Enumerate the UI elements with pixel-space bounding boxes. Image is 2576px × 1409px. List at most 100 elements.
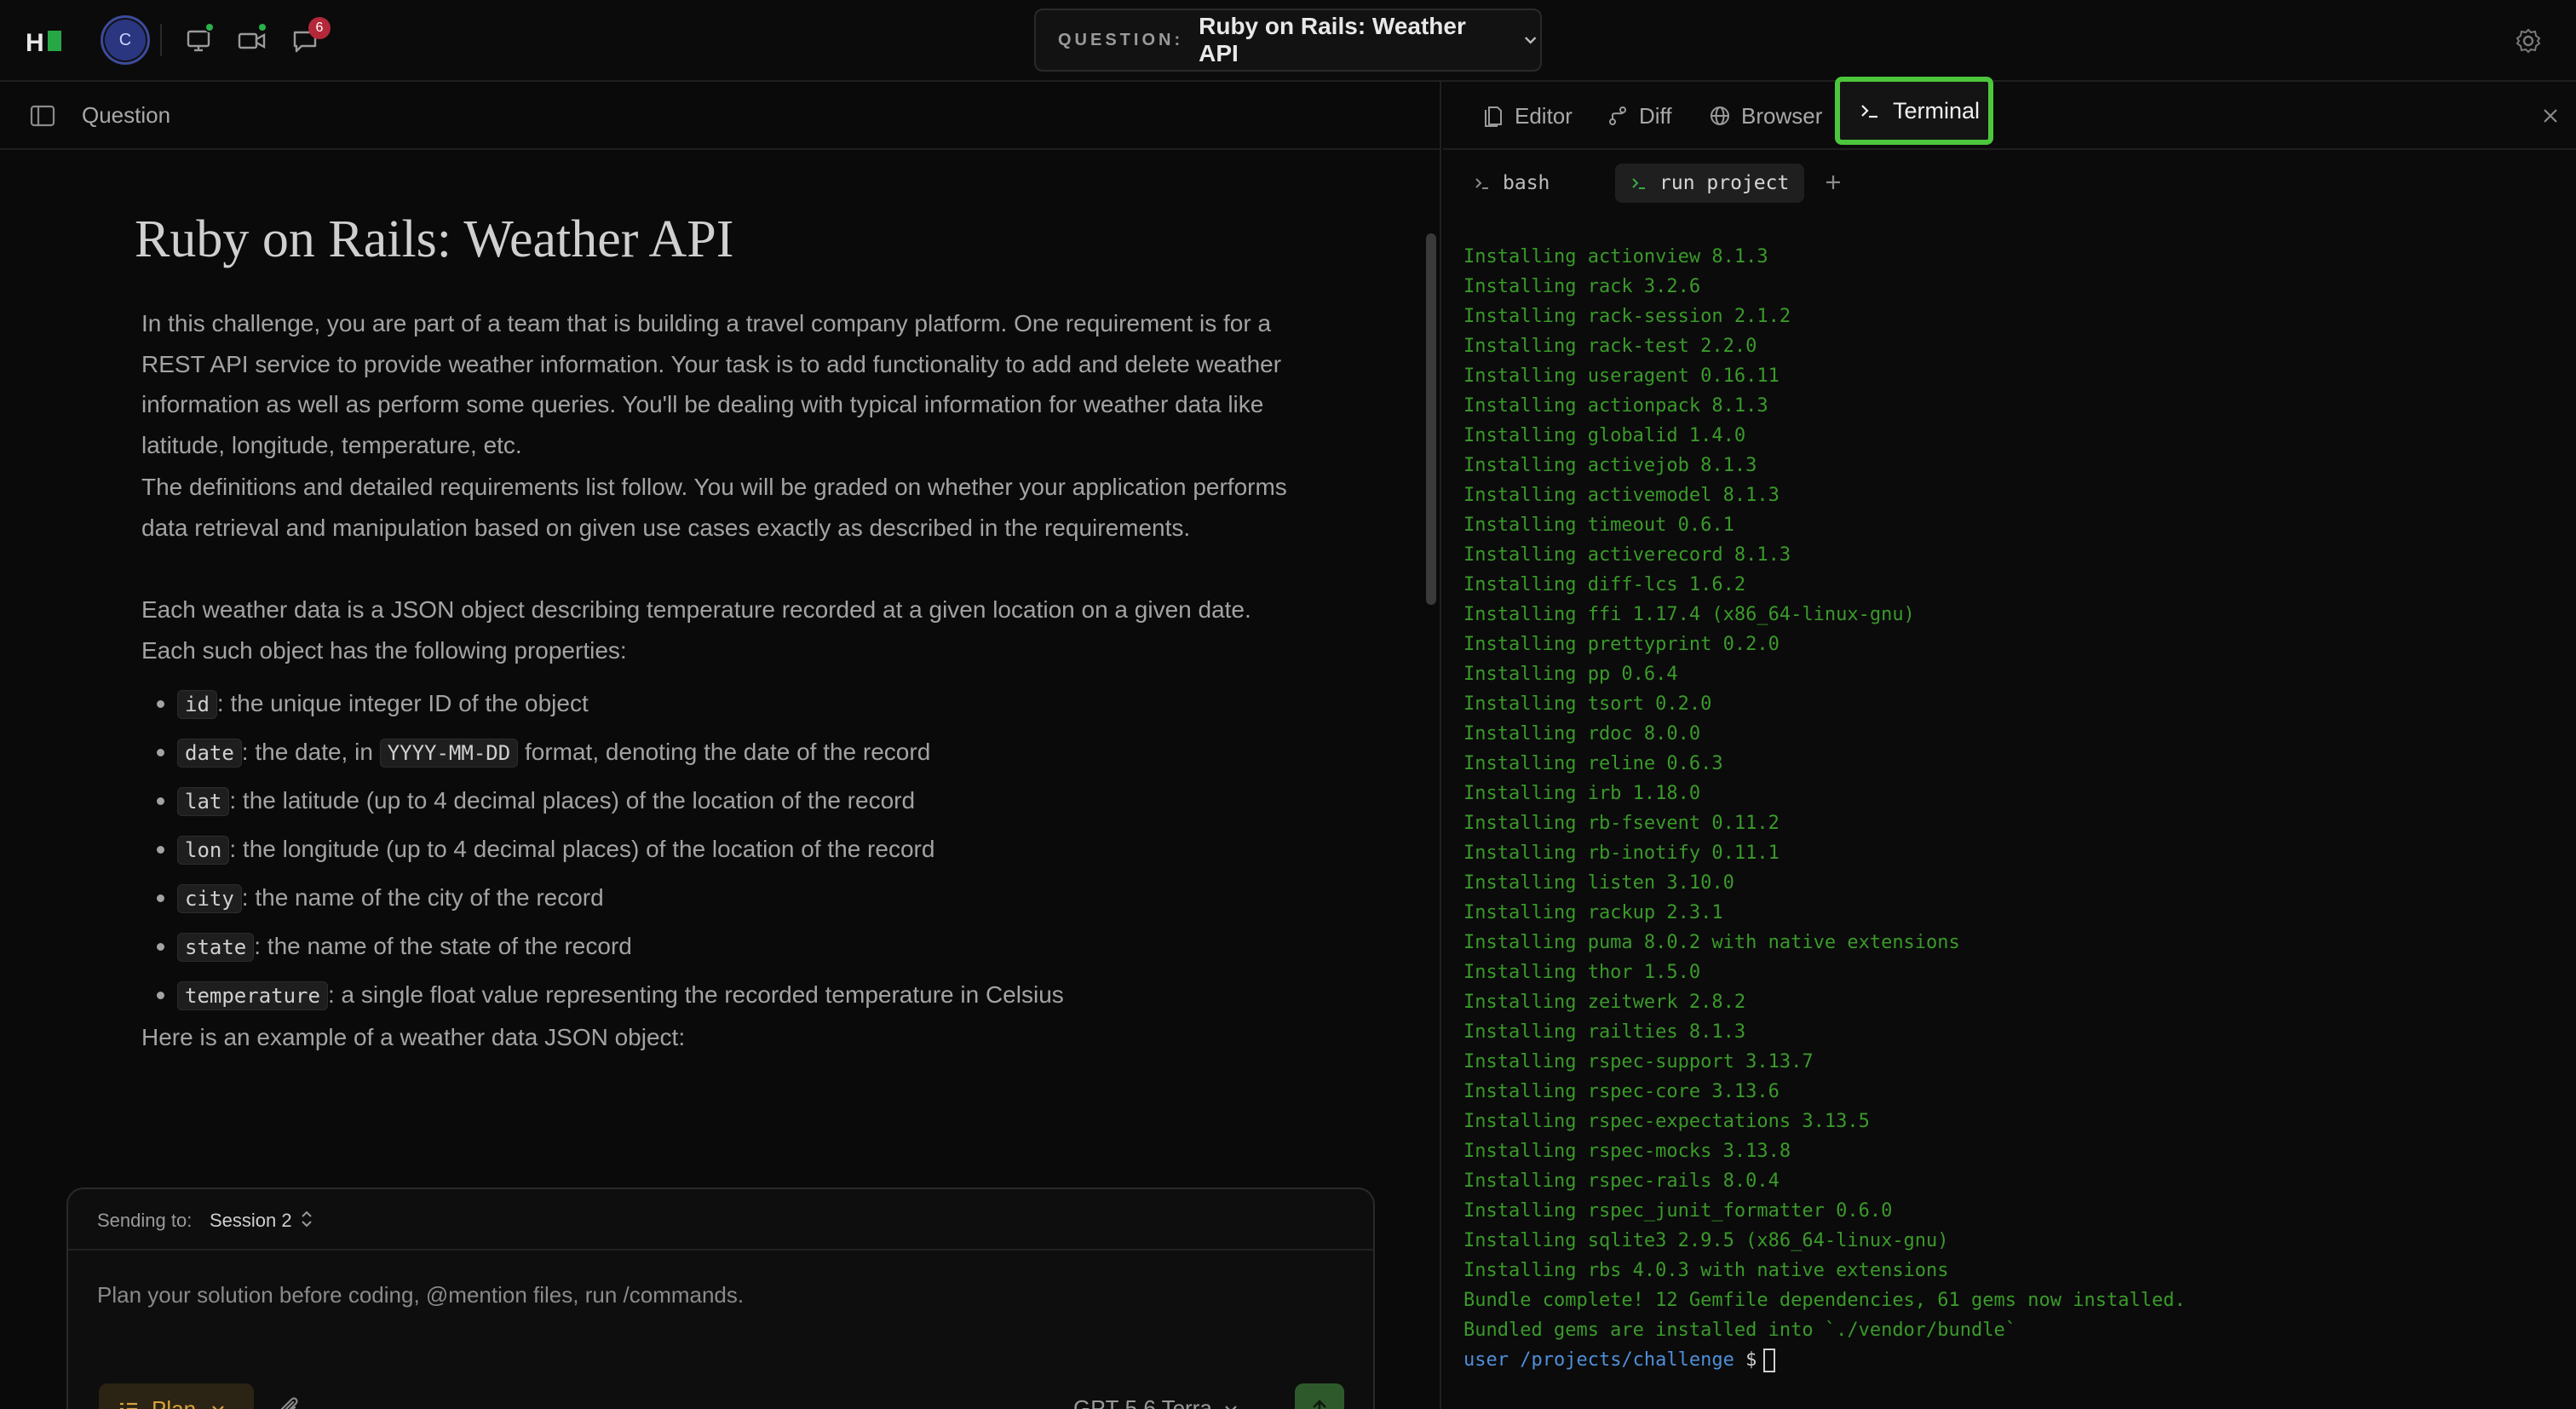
object-description-paragraph: Each weather data is a JSON object descr… (141, 596, 1251, 664)
plan-mode-label: Plan (152, 1395, 197, 1409)
property-description: : the unique integer ID of the object (216, 690, 589, 716)
terminal-tab-label: run project (1659, 172, 1790, 194)
terminal-icon (1475, 178, 1488, 189)
terminal-line: Installing rack-session 2.1.2 (1463, 306, 1791, 327)
paperclip-icon[interactable] (274, 1394, 303, 1409)
list-item: id: the unique integer ID of the object (141, 680, 1308, 728)
terminal-line: Installing rspec-core 3.13.6 (1463, 1081, 1780, 1102)
workspace-panel: Editor Diff Browser Terminal bash run pr… (1443, 77, 2576, 1409)
video-button[interactable] (235, 22, 269, 58)
property-description: : the longitude (up to 4 decimal places)… (229, 836, 935, 862)
list-item: lat: the latitude (up to 4 decimal place… (141, 777, 1308, 825)
chevron-down-icon (1225, 1405, 1237, 1409)
globe-icon (1711, 106, 1729, 125)
session-selector[interactable]: Sending to: Session 2 (68, 1189, 1373, 1251)
terminal-tab-bash[interactable]: bash (1458, 164, 1565, 203)
close-icon[interactable] (2539, 104, 2562, 128)
terminal-line: Installing activejob 8.1.3 (1463, 455, 1757, 476)
plan-mode-button[interactable]: Plan (99, 1383, 254, 1409)
property-description: : the name of the city of the record (241, 884, 604, 911)
message-input[interactable] (97, 1278, 1341, 1312)
terminal-line: Installing pp 0.6.4 (1463, 664, 1678, 685)
tab-editor[interactable]: Editor (1482, 101, 1573, 131)
divider (160, 24, 162, 56)
terminal-line: Installing rack 3.2.6 (1463, 276, 1701, 297)
list-item: date: the date, in YYYY-MM-DD format, de… (141, 728, 1308, 777)
terminal-line: Installing diff-lcs 1.6.2 (1463, 574, 1746, 595)
terminal-line: Installing actionview 8.1.3 (1463, 246, 1768, 267)
terminal-line: Bundled gems are installed into `./vendo… (1463, 1320, 2017, 1341)
properties-list: id: the unique integer ID of the object … (141, 680, 1308, 1020)
tab-terminal[interactable]: Terminal (1835, 77, 1993, 145)
question-content: Ruby on Rails: Weather API In this chall… (0, 152, 1424, 1106)
terminal-line: Installing reline 0.6.3 (1463, 753, 1723, 774)
tab-label: Editor (1515, 102, 1573, 129)
list-icon (120, 1402, 137, 1409)
terminal-line: Installing rspec-support 3.13.7 (1463, 1051, 1814, 1073)
chevron-up-down-icon (302, 1211, 312, 1228)
notifications-button[interactable]: 6 (288, 17, 331, 58)
terminal-output[interactable]: Installing actionview 8.1.3 Installing ra… (1463, 242, 2562, 1375)
terminal-prompt[interactable]: user /projects/challenge $ (1463, 1345, 2562, 1375)
terminal-line: Installing rbs 4.0.3 with native extensi… (1463, 1260, 1949, 1281)
git-branch-icon (1609, 106, 1626, 125)
property-description: : a single float value representing the … (327, 981, 1064, 1008)
sidebar-toggle-icon[interactable] (29, 102, 56, 129)
status-dot (257, 22, 267, 32)
tab-diff[interactable]: Diff (1607, 101, 1672, 131)
terminal-tab-run-project[interactable]: run project (1615, 164, 1805, 203)
terminal-line: Installing listen 3.10.0 (1463, 872, 1734, 894)
terminal-cursor (1763, 1349, 1776, 1372)
tab-label: Diff (1639, 102, 1672, 129)
terminal-line: Installing rack-test 2.2.0 (1463, 336, 1757, 357)
question-panel-header: Question (0, 82, 1441, 150)
terminal-sessions: bash run project (1443, 152, 2576, 213)
list-item: state: the name of the state of the reco… (141, 923, 1308, 971)
terminal-line: Installing rspec-expectations 3.13.5 (1463, 1111, 1870, 1132)
scrollbar[interactable] (1426, 233, 1436, 605)
inline-code: lon (177, 836, 230, 865)
prompt-symbol: $ (1745, 1349, 1757, 1371)
terminal-line: Installing puma 8.0.2 with native extens… (1463, 932, 1960, 953)
terminal-line: Bundle complete! 12 Gemfile dependencies… (1463, 1290, 2186, 1311)
terminal-line: Installing railties 8.1.3 (1463, 1021, 1746, 1043)
terminal-line: Installing rb-inotify 0.11.1 (1463, 843, 1780, 864)
chevron-down-icon (1524, 37, 1536, 44)
inline-code: YYYY-MM-DD (379, 739, 519, 768)
inline-code: id (177, 690, 217, 719)
inline-code: temperature (177, 981, 328, 1010)
send-button[interactable] (1295, 1383, 1344, 1409)
terminal-line: Installing rspec_junit_formatter 0.6.0 (1463, 1200, 1893, 1222)
plus-icon[interactable] (1820, 169, 1847, 196)
requirements-paragraph: The definitions and detailed requirement… (141, 474, 1287, 541)
terminal-icon (1632, 178, 1645, 189)
list-item: lon: the longitude (up to 4 decimal plac… (141, 825, 1308, 874)
model-selector[interactable]: GPT-5.6 Terra (1073, 1395, 1239, 1409)
avatar[interactable]: C (101, 15, 150, 65)
question-selector[interactable]: QUESTION: Ruby on Rails: Weather API (1034, 9, 1542, 72)
terminal-line: Installing zeitwerk 2.8.2 (1463, 992, 1746, 1013)
panel-title: Question (82, 102, 171, 128)
terminal-line: Installing rspec-rails 8.0.4 (1463, 1170, 1780, 1192)
tab-browser[interactable]: Browser (1709, 101, 1822, 131)
workspace-tabs: Editor Diff Browser Terminal (1443, 77, 2576, 150)
terminal-line: Installing sqlite3 2.9.5 (x86_64-linux-g… (1463, 1230, 1949, 1251)
gear-icon[interactable] (2513, 26, 2544, 56)
question-panel: Question Ruby on Rails: Weather API In t… (0, 82, 1441, 1409)
terminal-line: Installing useragent 0.16.11 (1463, 365, 1780, 387)
terminal-line: Installing rdoc 8.0.0 (1463, 723, 1701, 745)
property-description: : the latitude (up to 4 decimal places) … (229, 787, 916, 814)
model-label: GPT-5.6 Terra (1073, 1395, 1212, 1409)
terminal-tab-label: bash (1503, 172, 1550, 194)
terminal-line: Installing thor 1.5.0 (1463, 962, 1701, 983)
app-logo[interactable]: H (26, 26, 63, 57)
list-item: city: the name of the city of the record (141, 874, 1308, 923)
example-intro: Here is an example of a weather data JSO… (141, 1024, 686, 1050)
terminal-icon (1861, 105, 1877, 118)
inline-code: city (177, 884, 242, 913)
tab-label: Terminal (1893, 97, 1981, 124)
terminal-line: Installing rspec-mocks 3.13.8 (1463, 1141, 1791, 1162)
terminal-line: Installing actionpack 8.1.3 (1463, 395, 1768, 417)
property-description: format, denoting the date of the record (518, 739, 931, 765)
screen-share-button[interactable] (182, 22, 216, 58)
